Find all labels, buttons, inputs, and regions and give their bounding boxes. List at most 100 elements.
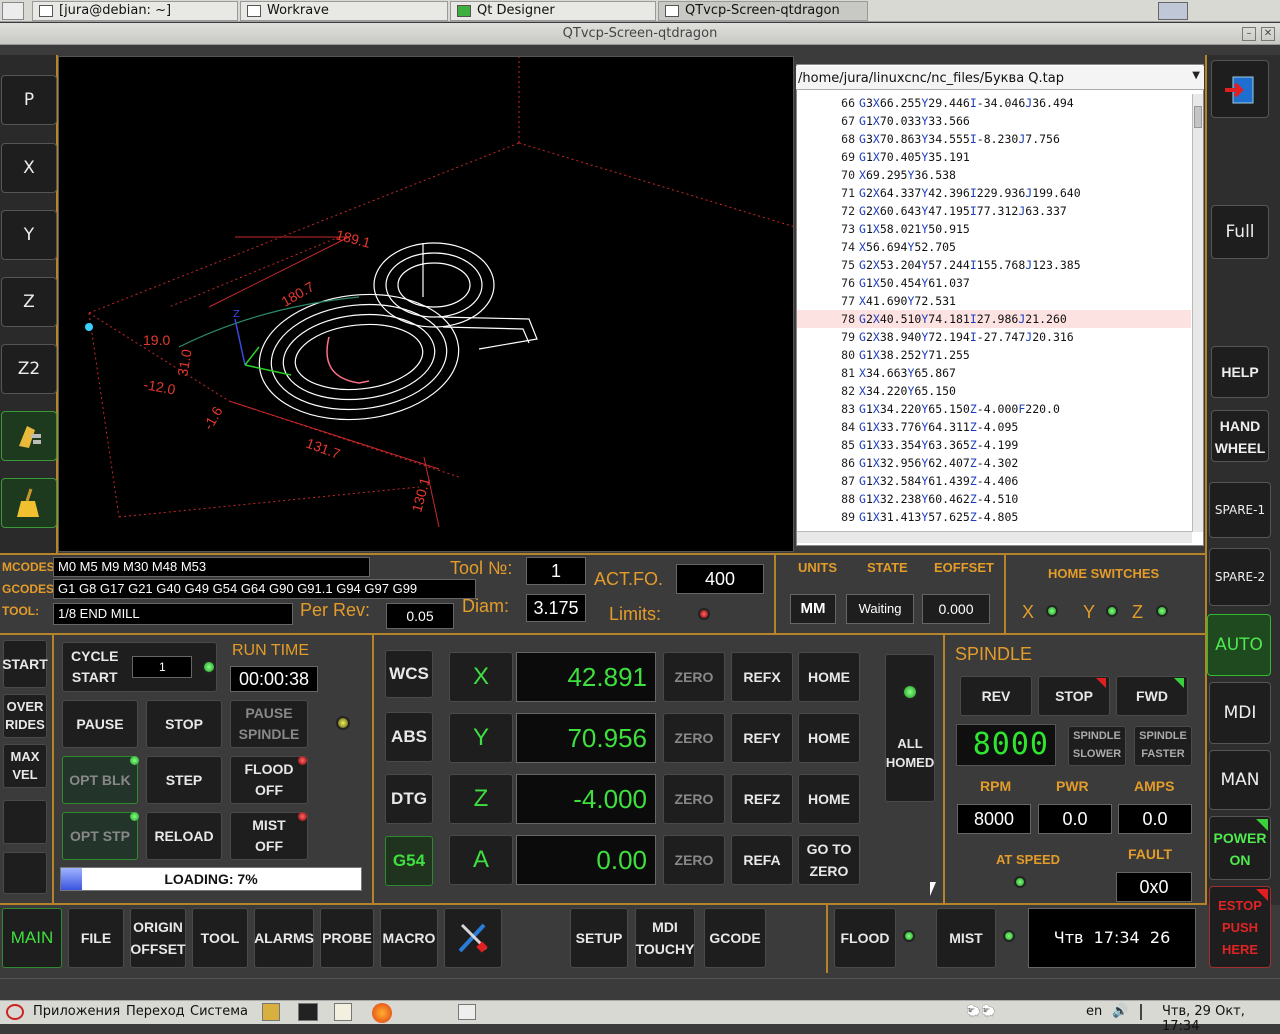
- gcode-line[interactable]: 80 G1X38.252Y71.255: [797, 346, 1191, 364]
- menu-corner[interactable]: [2, 2, 24, 20]
- view-z2-button[interactable]: Z2: [1, 344, 57, 394]
- gcode-line[interactable]: 67 G1X70.033Y33.566: [797, 112, 1191, 130]
- workspace-switcher[interactable]: [1158, 2, 1188, 20]
- dtg-button[interactable]: DTG: [385, 774, 433, 824]
- stop-button[interactable]: STOP: [146, 700, 222, 748]
- start-button[interactable]: START: [2, 640, 48, 688]
- workrave-tray-icon[interactable]: 🐑🐑: [966, 1004, 1016, 1020]
- gcode-line[interactable]: 89 G1X31.413Y57.625Z-4.805: [797, 508, 1191, 526]
- task-qtdesigner[interactable]: Qt Designer: [450, 1, 656, 21]
- power-on-button[interactable]: POWER ON: [1209, 816, 1271, 880]
- blank-button-1[interactable]: [3, 800, 47, 844]
- gcode-line[interactable]: 81 X34.663Y65.867: [797, 364, 1191, 382]
- tab-alarms[interactable]: ALARMS: [254, 908, 314, 968]
- mist-off-button[interactable]: MIST OFF: [230, 812, 308, 860]
- step-button[interactable]: STEP: [146, 756, 222, 804]
- ref-y-button[interactable]: REFY: [731, 713, 793, 763]
- gcode-line[interactable]: 74 X56.694Y52.705: [797, 238, 1191, 256]
- help-button[interactable]: HELP: [1211, 346, 1269, 398]
- menu-applications[interactable]: Приложения: [33, 1004, 120, 1019]
- debian-icon[interactable]: [6, 1004, 24, 1020]
- ref-a-button[interactable]: REFA: [731, 835, 793, 885]
- tab-mdi-touchy[interactable]: MDI TOUCHY: [635, 908, 695, 968]
- gcode-line[interactable]: 69 G1X70.405Y35.191: [797, 148, 1191, 166]
- tab-gcode[interactable]: GCODE: [704, 908, 766, 968]
- gcode-line[interactable]: 76 G1X50.454Y61.037: [797, 274, 1191, 292]
- axis-z-button[interactable]: Z: [449, 774, 513, 824]
- spindle-slower-button[interactable]: SPINDLE SLOWER: [1068, 726, 1126, 766]
- close-icon[interactable]: ✕: [1261, 27, 1275, 41]
- minimize-icon[interactable]: –: [1242, 27, 1256, 41]
- cycle-count[interactable]: 1: [132, 656, 193, 678]
- zero-y-button[interactable]: ZERO: [663, 713, 725, 763]
- scrollbar-thumb[interactable]: [1194, 106, 1202, 128]
- network-icon[interactable]: [1140, 1004, 1156, 1020]
- task-qtdragon[interactable]: QTvcp-Screen-qtdragon: [658, 1, 868, 21]
- gcode-line[interactable]: 71 G2X64.337Y42.396I229.936J199.640: [797, 184, 1191, 202]
- mist-button[interactable]: MIST: [936, 908, 996, 968]
- file-path-combo[interactable]: /home/jura/linuxcnc/nc_files/Буква Q.tap…: [796, 66, 1204, 90]
- task-workrave[interactable]: Workrave: [240, 1, 448, 21]
- tab-macro[interactable]: MACRO: [380, 908, 438, 968]
- clock-taskbar[interactable]: Чтв, 29 Окт, 17:34: [1162, 1004, 1280, 1034]
- wcs-button[interactable]: WCS: [385, 650, 433, 698]
- view-x-button[interactable]: X: [1, 143, 57, 193]
- ref-z-button[interactable]: REFZ: [731, 774, 793, 824]
- estop-button[interactable]: ESTOP PUSH HERE: [1209, 886, 1271, 968]
- tab-probe[interactable]: PROBE: [320, 908, 374, 968]
- tab-file[interactable]: FILE: [68, 908, 124, 968]
- menu-system[interactable]: Система: [190, 1004, 248, 1019]
- volume-icon[interactable]: 🔊: [1112, 1004, 1128, 1019]
- gcode-line[interactable]: 66 G3X66.255Y29.446I-34.046J36.494: [797, 94, 1191, 112]
- gcode-line[interactable]: 68 G3X70.863Y34.555I-8.230J7.756: [797, 130, 1191, 148]
- gcode-line[interactable]: 73 G1X58.021Y50.915: [797, 220, 1191, 238]
- home-z-button[interactable]: HOME: [798, 774, 860, 824]
- fullscreen-button[interactable]: Full: [1211, 205, 1269, 259]
- axis-y-button[interactable]: Y: [449, 713, 513, 763]
- show-desktop-icon[interactable]: [458, 1004, 476, 1020]
- gcode-line[interactable]: 77 X41.690Y72.531: [797, 292, 1191, 310]
- spare1-button[interactable]: SPARE-1: [1209, 482, 1271, 538]
- menu-places[interactable]: Переход: [126, 1004, 185, 1019]
- axis-a-button[interactable]: A: [449, 835, 513, 885]
- home-a-button[interactable]: GO TO ZERO: [798, 835, 860, 885]
- exit-button[interactable]: [1211, 60, 1269, 118]
- tab-utilities[interactable]: [444, 908, 502, 968]
- zero-a-button[interactable]: ZERO: [663, 835, 725, 885]
- firefox-launcher-icon[interactable]: [372, 1003, 392, 1023]
- terminal-launcher-icon[interactable]: [298, 1003, 318, 1021]
- reload-button[interactable]: RELOAD: [146, 812, 222, 860]
- g54-button[interactable]: G54: [385, 836, 433, 886]
- view-y-button[interactable]: Y: [1, 210, 57, 260]
- tab-main[interactable]: MAIN: [2, 908, 62, 968]
- gcode-line[interactable]: 82 X34.220Y65.150: [797, 382, 1191, 400]
- gcode-line[interactable]: 79 G2X38.940Y72.194I-27.747J20.316: [797, 328, 1191, 346]
- blank-button-2[interactable]: [3, 852, 47, 894]
- gcode-line[interactable]: 72 G2X60.643Y47.195I77.312J63.337: [797, 202, 1191, 220]
- zero-z-button[interactable]: ZERO: [663, 774, 725, 824]
- editor-launcher-icon[interactable]: [334, 1003, 352, 1021]
- horizontal-scrollbar[interactable]: [797, 531, 1192, 543]
- gcode-3d-viewport[interactable]: 189.1 180.7 19.0 31.0 -12.0 -1.6 131.7 1…: [58, 56, 796, 552]
- home-x-button[interactable]: HOME: [798, 652, 860, 702]
- tab-setup[interactable]: SETUP: [570, 908, 628, 968]
- home-y-button[interactable]: HOME: [798, 713, 860, 763]
- max-vel-button[interactable]: MAX VEL: [3, 744, 47, 788]
- abs-button[interactable]: ABS: [385, 712, 433, 762]
- toolpath-toggle-button[interactable]: [1, 411, 57, 461]
- man-mode-button[interactable]: MAN: [1209, 750, 1271, 810]
- clear-plot-button[interactable]: [1, 478, 57, 528]
- gcode-line[interactable]: 78 G2X40.510Y74.181I27.986J21.260: [797, 310, 1191, 328]
- tab-tool[interactable]: TOOL: [192, 908, 248, 968]
- task-terminal[interactable]: [jura@debian: ~]: [32, 1, 238, 21]
- pause-spindle-button[interactable]: PAUSE SPINDLE: [230, 700, 308, 748]
- tab-origin-offset[interactable]: ORIGIN OFFSET: [130, 908, 186, 968]
- linuxcnc-launcher-icon[interactable]: [262, 1003, 280, 1021]
- gcode-editor[interactable]: 66 G3X66.255Y29.446I-34.046J36.494 67 G1X70…: [797, 94, 1191, 530]
- gcode-line[interactable]: 83 G1X34.220Y65.150Z-4.000F220.0: [797, 400, 1191, 418]
- mdi-mode-button[interactable]: MDI: [1209, 682, 1271, 744]
- spindle-rev-button[interactable]: REV: [960, 676, 1032, 716]
- hand-wheel-button[interactable]: HAND WHEEL: [1211, 410, 1269, 462]
- gcode-line[interactable]: 70 X69.295Y36.538: [797, 166, 1191, 184]
- flood-button[interactable]: FLOOD: [834, 908, 896, 968]
